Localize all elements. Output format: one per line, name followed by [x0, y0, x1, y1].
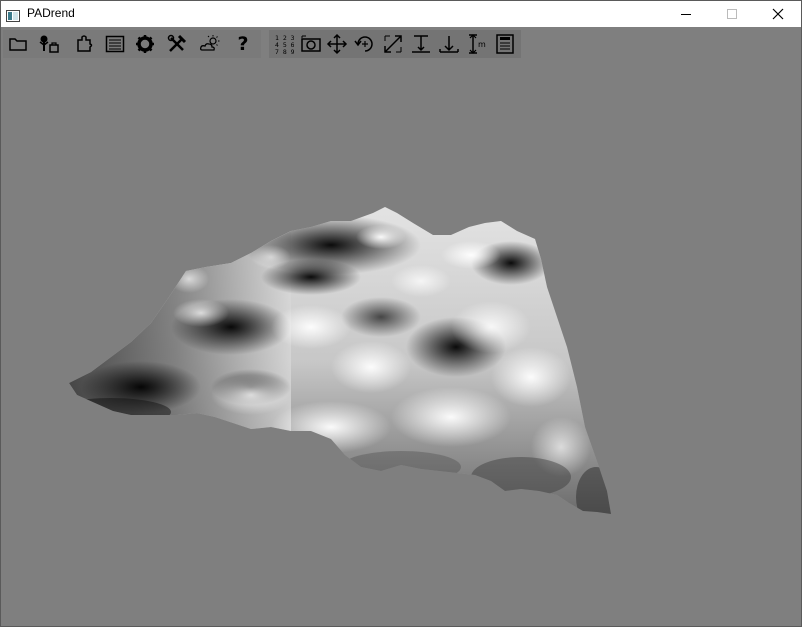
- puzzle-icon: [77, 35, 93, 52]
- tools-button[interactable]: [165, 33, 189, 55]
- rotate-button[interactable]: [353, 33, 377, 55]
- anchor-button[interactable]: [437, 33, 461, 55]
- title-bar[interactable]: PADrend: [1, 1, 801, 27]
- scale-icon: [384, 35, 402, 53]
- folder-icon: [9, 38, 27, 51]
- notes-button[interactable]: [493, 33, 517, 55]
- app-window: PADrend ? 1 2 3 4 5 6 7 8 9 m: [0, 0, 802, 627]
- snap-icon: [412, 35, 430, 53]
- minimize-button[interactable]: [663, 1, 709, 27]
- anchor-icon: [439, 36, 459, 53]
- svg-text:m: m: [478, 40, 486, 49]
- effects-button[interactable]: [198, 33, 222, 55]
- wrench-hammer-icon: [167, 34, 187, 52]
- help-button[interactable]: ?: [231, 33, 255, 55]
- snap-floor-button[interactable]: [409, 33, 433, 55]
- toolbar-transform-group: 1 2 3 4 5 6 7 8 9 m: [269, 30, 521, 58]
- scale-button[interactable]: [381, 33, 405, 55]
- app-icon: [6, 7, 20, 22]
- svg-text:7 8 9: 7 8 9: [275, 48, 294, 55]
- close-button[interactable]: [755, 1, 801, 27]
- toolbar-main-group: ?: [3, 30, 261, 58]
- move-icon: [326, 33, 348, 55]
- numeric-input-button[interactable]: 1 2 3 4 5 6 7 8 9: [271, 33, 295, 55]
- 3d-viewport[interactable]: ? 1 2 3 4 5 6 7 8 9 m: [1, 27, 801, 626]
- numpad-icon: 1 2 3 4 5 6 7 8 9: [275, 34, 294, 55]
- plugins-button[interactable]: [73, 33, 97, 55]
- minimize-icon: [681, 14, 691, 15]
- maximize-icon: [727, 9, 737, 19]
- question-icon: ?: [237, 33, 249, 55]
- notes-icon: [496, 34, 514, 54]
- measure-button[interactable]: m: [465, 33, 489, 55]
- rotate-icon: [354, 36, 373, 52]
- maximize-button[interactable]: [709, 1, 755, 27]
- open-file-button[interactable]: [6, 33, 30, 55]
- list-icon: [105, 35, 125, 53]
- measure-icon: m: [469, 34, 486, 54]
- toolbar: ? 1 2 3 4 5 6 7 8 9 m: [3, 30, 521, 58]
- window-title: PADrend: [27, 6, 75, 20]
- tree-icon: [39, 35, 59, 53]
- translate-button[interactable]: [325, 33, 349, 55]
- weather-icon: [200, 35, 220, 51]
- scene-tree-button[interactable]: [37, 33, 61, 55]
- gear-icon: [136, 35, 154, 53]
- camera-select-button[interactable]: [299, 33, 323, 55]
- terrain-render: [69, 207, 611, 514]
- console-button[interactable]: [103, 33, 127, 55]
- camera-icon: [301, 35, 321, 52]
- close-icon: [772, 8, 784, 20]
- settings-button[interactable]: [133, 33, 157, 55]
